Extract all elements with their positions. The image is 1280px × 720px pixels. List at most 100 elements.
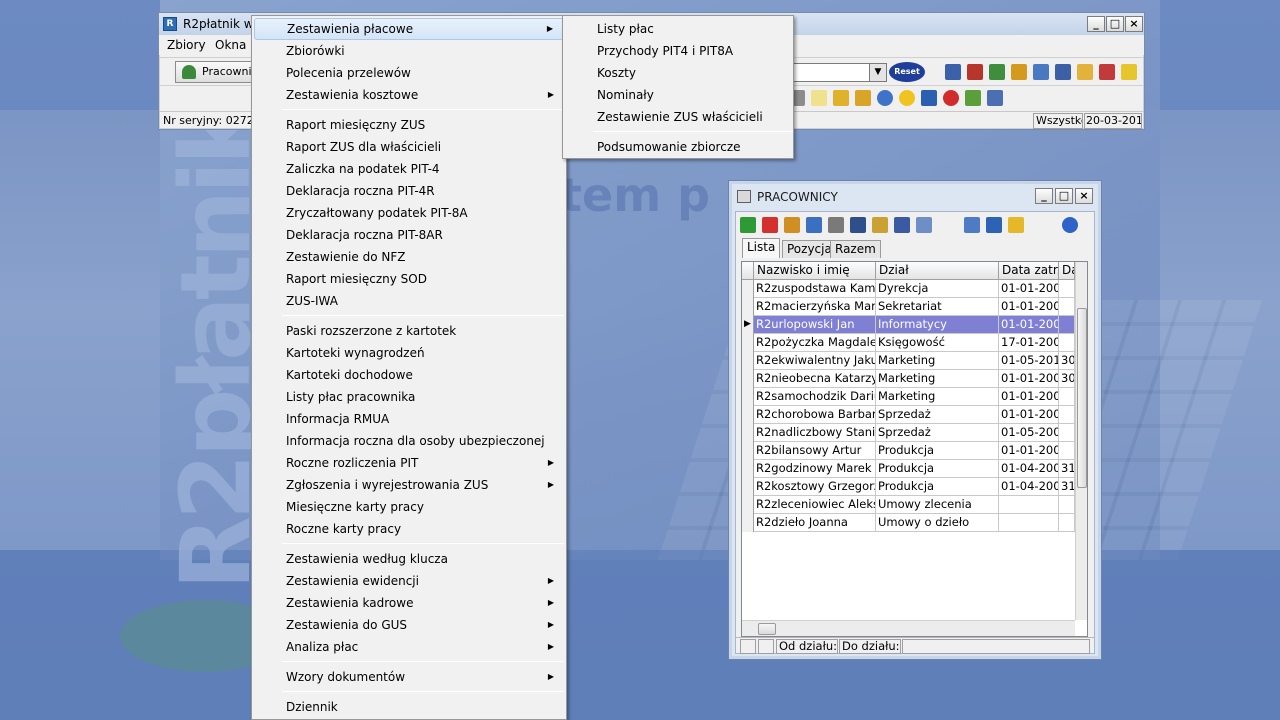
menubar-zbiory[interactable]: Zbiory xyxy=(167,38,206,54)
submenu-item-przychody-pit4-i-pit8a[interactable]: Przychody PIT4 i PIT8A xyxy=(565,40,791,62)
minimize-button[interactable]: _ xyxy=(1035,188,1053,204)
app-icon[interactable]: R xyxy=(163,17,177,31)
menu-item-kartoteki-dochodowe[interactable]: Kartoteki dochodowe xyxy=(254,364,564,386)
submenu-item-listy-plac[interactable]: Listy płac xyxy=(565,18,791,40)
close-button[interactable]: × xyxy=(1125,16,1143,32)
document-icon[interactable] xyxy=(811,90,827,106)
menu-item-raport-miesieczny-sod[interactable]: Raport miesięczny SOD xyxy=(254,268,564,290)
transfer-icon[interactable] xyxy=(1011,64,1027,80)
menu-item-wzory-dokumentow[interactable]: Wzory dokumentów ▶ xyxy=(254,666,564,688)
menu-item-miesieczne-karty-pracy[interactable]: Miesięczne karty pracy xyxy=(254,496,564,518)
columns-icon[interactable] xyxy=(916,217,932,233)
network-icon[interactable] xyxy=(1033,64,1049,80)
close-button[interactable]: × xyxy=(1075,188,1093,204)
column-header-hire-date[interactable]: Data zatr. xyxy=(999,262,1059,280)
settings-icon[interactable] xyxy=(1099,64,1115,80)
table-row[interactable]: R2chorobowa BarbaraSprzedaż01-01-2006 xyxy=(742,406,1075,424)
menu-item-zestawienia-placowe[interactable]: Zestawienia płacowe ▶ xyxy=(254,18,564,40)
menu-item-listy-plac-pracownika[interactable]: Listy płac pracownika xyxy=(254,386,564,408)
table-row[interactable]: R2nieobecna KatarzynaMarketing01-01-2006… xyxy=(742,370,1075,388)
spark-icon[interactable] xyxy=(1008,217,1024,233)
menu-item-raport-miesieczny-zus[interactable]: Raport miesięczny ZUS xyxy=(254,114,564,136)
menu-item-roczne-karty-pracy[interactable]: Roczne karty pracy xyxy=(254,518,564,540)
chevron-down-icon[interactable]: ▼ xyxy=(869,63,887,82)
table-row[interactable]: R2nadliczbowy StanisławSprzedaż01-05-200… xyxy=(742,424,1075,442)
menu-item-zestawienia-do-gus[interactable]: Zestawienia do GUS ▶ xyxy=(254,614,564,636)
sum-icon[interactable] xyxy=(894,217,910,233)
table-row[interactable]: R2bilansowy ArturProdukcja01-01-2006 xyxy=(742,442,1075,460)
menu-item-deklaracja-roczna-pit-8ar[interactable]: Deklaracja roczna PIT-8AR xyxy=(254,224,564,246)
clock-icon[interactable] xyxy=(877,90,893,106)
menu-item-zestawienia-kadrowe[interactable]: Zestawienia kadrowe ▶ xyxy=(254,592,564,614)
table-row[interactable]: R2zleceniowiec AleksandUmowy zlecenia xyxy=(742,496,1075,514)
export-icon[interactable] xyxy=(986,217,1002,233)
minimize-button[interactable]: _ xyxy=(1087,16,1105,32)
maximize-button[interactable]: □ xyxy=(1106,16,1124,32)
view-detail-icon[interactable] xyxy=(758,639,774,654)
tab-pozycja[interactable]: Pozycja xyxy=(782,240,837,258)
calculator-icon[interactable] xyxy=(1055,64,1071,80)
table-row[interactable]: R2samochodzik DariuszMarketing01-01-2006 xyxy=(742,388,1075,406)
table-row[interactable]: R2dzieło Joanna Umowy o dzieło xyxy=(742,514,1075,532)
vertical-scrollbar[interactable] xyxy=(1075,262,1087,620)
submenu-item-zestawienie-zus-wlascicieli[interactable]: Zestawienie ZUS właścicieli xyxy=(565,106,791,128)
binoculars-icon[interactable] xyxy=(850,217,866,233)
maximize-button[interactable]: □ xyxy=(1055,188,1073,204)
menu-item-zaliczka-na-podatek-pit-4[interactable]: Zaliczka na podatek PIT-4 xyxy=(254,158,564,180)
table-row[interactable]: R2pożyczka MagdalenaKsięgowość17-01-2006 xyxy=(742,334,1075,352)
database-icon[interactable] xyxy=(945,64,961,80)
pracownicy-button[interactable]: Pracownicy xyxy=(175,61,255,83)
add-icon[interactable] xyxy=(740,217,756,233)
coins-icon[interactable] xyxy=(833,90,849,106)
table-row[interactable]: R2macierzyńska MariannSekretariat01-01-2… xyxy=(742,298,1075,316)
edit-icon[interactable] xyxy=(784,217,800,233)
menu-item-analiza-plac[interactable]: Analiza płac ▶ xyxy=(254,636,564,658)
arrow-icon[interactable] xyxy=(989,64,1005,80)
table-row[interactable]: R2ekwiwalentny JakubMarketing01-05-20113… xyxy=(742,352,1075,370)
menu-item-zgloszenia-i-wyrejestrowania-zus[interactable]: Zgłoszenia i wyrejestrowania ZUS ▶ xyxy=(254,474,564,496)
sun-icon[interactable] xyxy=(899,90,915,106)
tab-razem[interactable]: Razem xyxy=(830,240,881,258)
table-row[interactable]: ▶R2urlopowski JanInformatycy01-01-2006 xyxy=(742,316,1075,334)
menu-item-zestawienie-do-nfz[interactable]: Zestawienie do NFZ xyxy=(254,246,564,268)
menu-item-informacja-roczna-dla-osoby-ubezpieczonej[interactable]: Informacja roczna dla osoby ubezpieczone… xyxy=(254,430,564,452)
submenu-item-nominaly[interactable]: Nominały xyxy=(565,84,791,106)
filter-icon[interactable] xyxy=(964,217,980,233)
menu-item-zbiorowki[interactable]: Zbiorówki xyxy=(254,40,564,62)
column-header-department[interactable]: Dział xyxy=(876,262,999,280)
menu-item-raport-zus-dla-wlascicieli[interactable]: Raport ZUS dla właścicieli xyxy=(254,136,564,158)
tools-icon[interactable] xyxy=(967,64,983,80)
column-header-da[interactable]: Da xyxy=(1059,262,1075,280)
menu-item-deklaracja-roczna-pit-4r[interactable]: Deklaracja roczna PIT-4R xyxy=(254,180,564,202)
stop-icon[interactable] xyxy=(943,90,959,106)
tab-lista[interactable]: Lista xyxy=(742,238,781,258)
column-header-name[interactable]: Nazwisko i imię xyxy=(754,262,876,280)
menu-item-polecenia-przelewow[interactable]: Polecenia przelewów xyxy=(254,62,564,84)
horizontal-scrollbar[interactable] xyxy=(742,620,1075,636)
plane-icon[interactable] xyxy=(921,90,937,106)
table-row[interactable]: R2kosztowy GrzegorzProdukcja01-04-200631 xyxy=(742,478,1075,496)
menubar-okna[interactable]: Okna xyxy=(215,38,247,54)
menu-item-zus-iwa[interactable]: ZUS-IWA xyxy=(254,290,564,312)
vertical-scroll-thumb[interactable] xyxy=(1077,308,1087,488)
menu-item-paski-rozszerzone-z-kartotek[interactable]: Paski rozszerzone z kartotek xyxy=(254,320,564,342)
menu-item-informacja-rmua[interactable]: Informacja RMUA xyxy=(254,408,564,430)
menu-item-kartoteki-wynagrodzen[interactable]: Kartoteki wynagrodzeń xyxy=(254,342,564,364)
print-icon[interactable] xyxy=(987,90,1003,106)
submenu-item-podsumowanie-zbiorcze[interactable]: Podsumowanie zbiorcze xyxy=(565,136,791,158)
gears-icon[interactable] xyxy=(872,217,888,233)
menu-item-dziennik[interactable]: Dziennik xyxy=(254,696,564,718)
menu-item-roczne-rozliczenia-pit[interactable]: Roczne rozliczenia PIT ▶ xyxy=(254,452,564,474)
view-list-icon[interactable] xyxy=(740,639,756,654)
help-icon[interactable] xyxy=(1121,64,1137,80)
menu-item-zestawienia-wedlug-klucza[interactable]: Zestawienia według klucza xyxy=(254,548,564,570)
refresh-icon[interactable] xyxy=(806,217,822,233)
calendar-icon[interactable] xyxy=(1077,64,1093,80)
print-icon[interactable] xyxy=(828,217,844,233)
tools-cross-icon[interactable] xyxy=(965,90,981,106)
menu-item-zestawienia-kosztowe[interactable]: Zestawienia kosztowe ▶ xyxy=(254,84,564,106)
horizontal-scroll-thumb[interactable] xyxy=(758,623,776,635)
submenu-item-koszty[interactable]: Koszty xyxy=(565,62,791,84)
table-row[interactable]: R2godzinowy MarekProdukcja01-04-200631 xyxy=(742,460,1075,478)
delete-icon[interactable] xyxy=(762,217,778,233)
